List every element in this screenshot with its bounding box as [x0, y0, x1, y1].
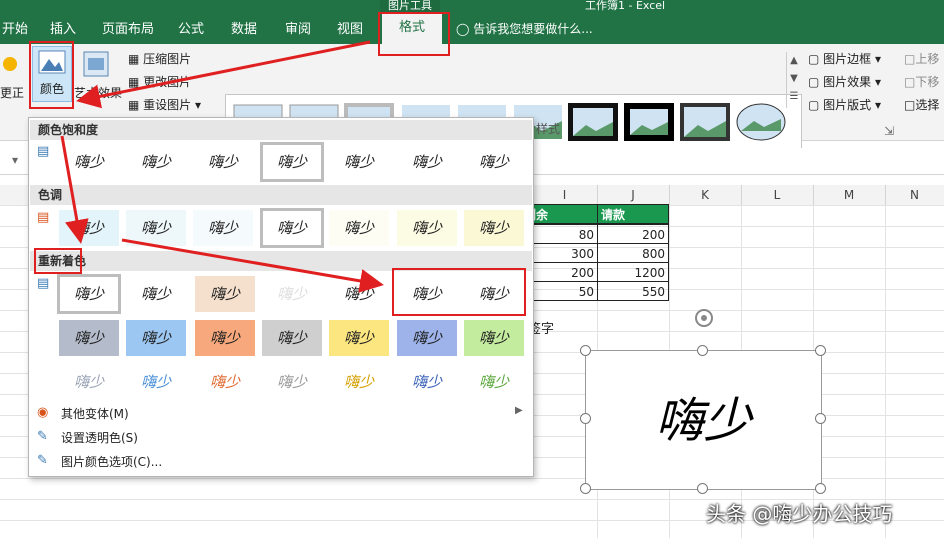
annotation-arrows — [60, 40, 384, 293]
watermark: 头条 @嗨少办公技巧 — [706, 502, 893, 526]
